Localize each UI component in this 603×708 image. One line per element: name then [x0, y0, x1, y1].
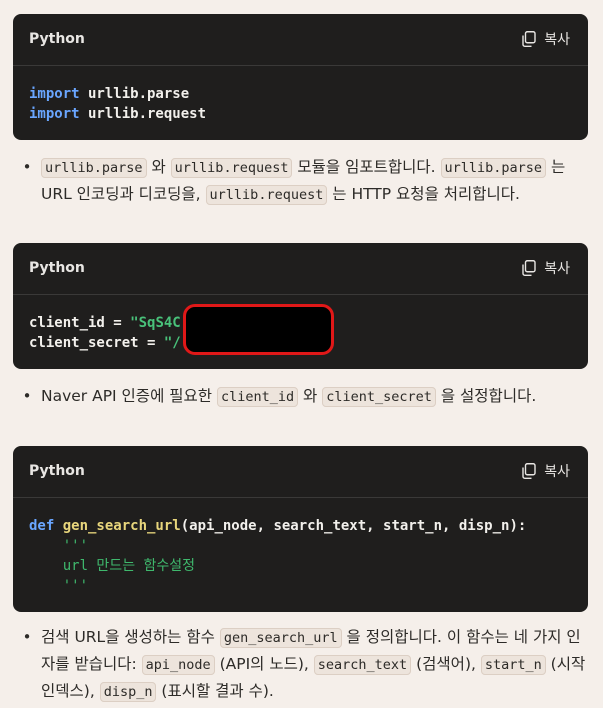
inline-code: search_text [313, 655, 412, 675]
bullet-dot: • [22, 158, 32, 176]
code-block-function: Python 복사 def gen_search_url(api_node, s… [13, 446, 588, 612]
code-token: url 만드는 함수설정 [29, 558, 196, 574]
code-block-imports: Python 복사 import urllib.parse import urll… [13, 14, 588, 140]
text-segment: (검색어), [411, 655, 481, 673]
code-block-credentials: Python 복사 client_id = "SqS4C client_secre… [13, 243, 588, 369]
code-line: import urllib.request [29, 104, 572, 124]
code-token: (api_node, search_text, start_n, disp_n)… [180, 518, 527, 534]
copy-label: 복사 [544, 32, 570, 48]
code-language-label: Python [29, 31, 85, 47]
code-token: "/ [163, 335, 181, 351]
code-token: def [29, 518, 63, 534]
list-item: • Naver API 인증에 필요한 client_id 와 client_s… [13, 383, 588, 410]
code-token: client_secret = [29, 335, 164, 351]
bullet-dot: • [22, 628, 32, 646]
copy-label: 복사 [544, 261, 570, 277]
inline-code: disp_n [99, 682, 157, 702]
code-language-label: Python [29, 463, 85, 479]
text-segment: Naver API 인증에 필요한 [41, 387, 217, 405]
text-segment: 모듈을 임포트합니다. [292, 158, 441, 176]
bullet-dot: • [22, 387, 32, 405]
text-segment: 와 [298, 387, 323, 405]
inline-code: api_node [141, 655, 215, 675]
inline-code: gen_search_url [219, 628, 342, 648]
code-token: import [29, 86, 80, 102]
text-segment: 검색 URL을 생성하는 함수 [41, 628, 220, 646]
code-token: ''' [29, 578, 89, 594]
code-line: ''' [29, 576, 572, 596]
list-item-text: urllib.parse 와 urllib.request 모듈을 임포트합니다… [41, 154, 588, 208]
inline-code: urllib.request [205, 185, 328, 205]
text-segment: 와 [146, 158, 171, 176]
copy-button[interactable]: 복사 [522, 461, 570, 481]
inline-code: start_n [480, 655, 546, 675]
copy-label: 복사 [544, 464, 570, 480]
code-token: gen_search_url [62, 518, 181, 534]
inline-code: urllib.request [170, 158, 293, 178]
code-line: ''' [29, 536, 572, 556]
code-token: ''' [29, 538, 89, 554]
list-item-text: Naver API 인증에 필요한 client_id 와 client_sec… [41, 383, 588, 410]
text-segment: (표시할 결과 수). [156, 682, 274, 700]
code-content: import urllib.parse import urllib.request [13, 66, 588, 124]
text-segment: 는 HTTP 요청을 처리합니다. [327, 185, 520, 203]
code-block-header: Python 복사 [13, 14, 588, 66]
code-line: import urllib.parse [29, 84, 572, 104]
code-language-label: Python [29, 260, 85, 276]
list-item: • urllib.parse 와 urllib.request 모듈을 임포트합… [13, 154, 588, 208]
code-line: url 만드는 함수설정 [29, 556, 572, 576]
inline-code: urllib.parse [440, 158, 547, 178]
redaction-box [183, 304, 334, 355]
inline-code: client_secret [322, 387, 436, 407]
code-block-header: Python 복사 [13, 446, 588, 498]
copy-button[interactable]: 복사 [522, 29, 570, 49]
inline-code: client_id [216, 387, 299, 407]
code-content: def gen_search_url(api_node, search_text… [13, 498, 588, 596]
copy-icon [522, 31, 536, 47]
text-segment: (API의 노드), [214, 655, 314, 673]
code-token: urllib.parse [79, 86, 190, 102]
copy-icon [522, 463, 536, 479]
list-item: • 검색 URL을 생성하는 함수 gen_search_url 을 정의합니다… [13, 624, 588, 705]
list-item-text: 검색 URL을 생성하는 함수 gen_search_url 을 정의합니다. … [41, 624, 588, 705]
code-token: "SqS4C [130, 315, 181, 331]
inline-code: urllib.parse [41, 158, 147, 178]
copy-icon [522, 260, 536, 276]
copy-button[interactable]: 복사 [522, 258, 570, 278]
text-segment: 을 설정합니다. [435, 387, 537, 405]
code-token: import [29, 106, 80, 122]
code-line: def gen_search_url(api_node, search_text… [29, 516, 572, 536]
code-token: client_id = [29, 315, 131, 331]
code-token: urllib.request [79, 106, 207, 122]
code-block-header: Python 복사 [13, 243, 588, 295]
